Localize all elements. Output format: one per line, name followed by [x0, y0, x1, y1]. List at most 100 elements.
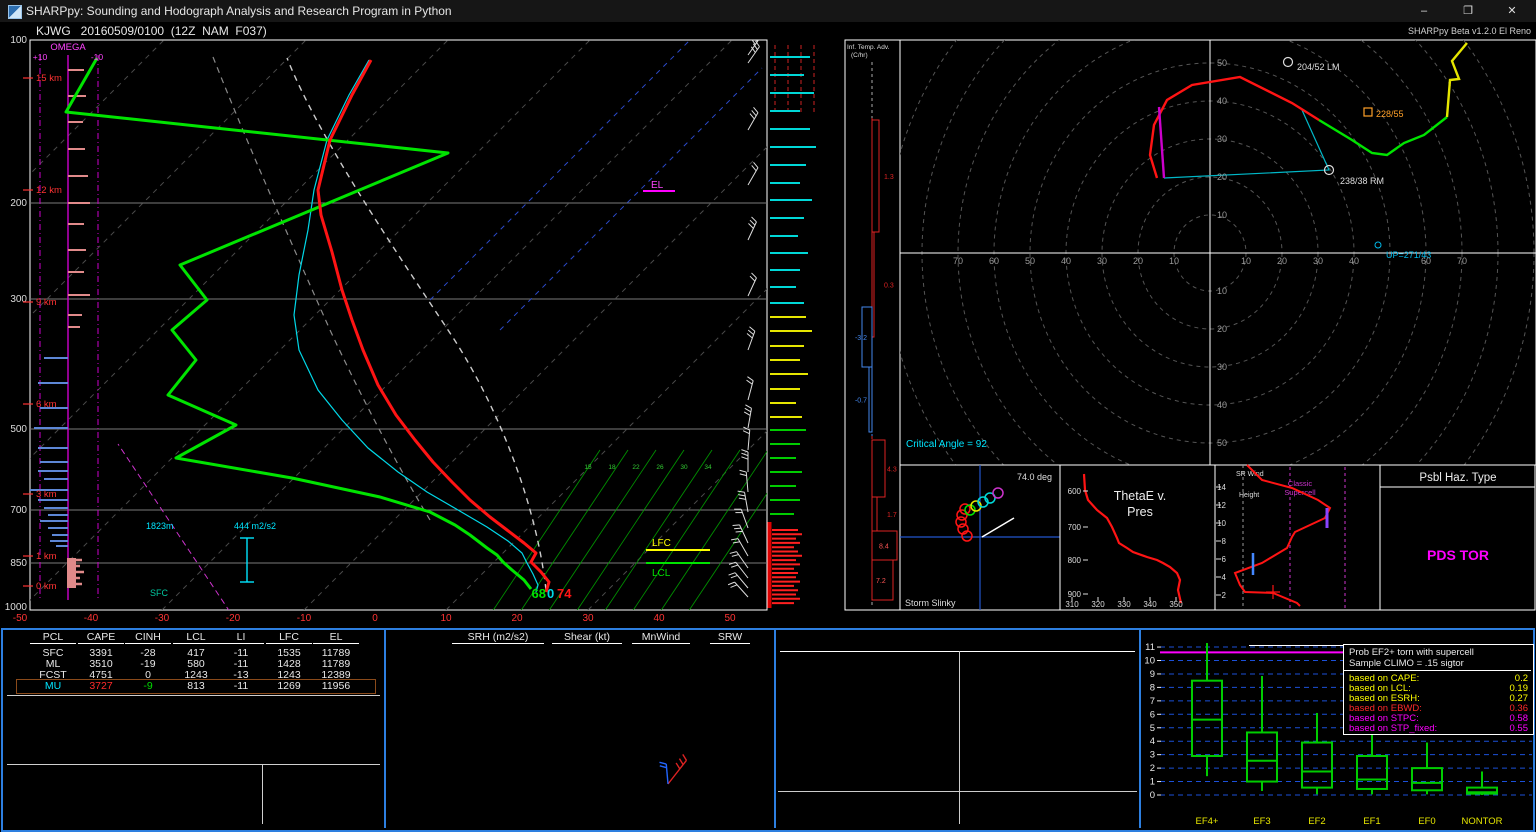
temp-axis-label: -20 — [226, 613, 241, 624]
hazard-title: Psbl Haz. Type — [1419, 472, 1496, 484]
pressure-label: 850 — [10, 558, 27, 569]
thetae-xtick: 330 — [1117, 600, 1131, 609]
ring-label: 30 — [1097, 256, 1107, 266]
thermo-header: LI — [218, 632, 264, 644]
thetae-xtick: 350 — [1169, 600, 1183, 609]
ring-label: 40 — [1349, 256, 1359, 266]
thermo-header: CINH — [125, 632, 171, 644]
thermo-header: LCL — [173, 632, 219, 644]
storm-slinky-panel[interactable]: 74.0 deg Storm Slinky — [900, 465, 1060, 610]
sars-panel[interactable] — [776, 630, 1139, 826]
temp-adv-units: (C/hr) — [851, 52, 868, 59]
temp-adv-value: 1.7 — [887, 512, 897, 519]
legend-item: based on STP_fixed: 0.55 — [1349, 723, 1528, 734]
srwind-ytick: 6 — [1222, 555, 1227, 564]
temp-adv-value: -0.7 — [855, 398, 867, 405]
divider — [7, 764, 380, 765]
thetae-title-1: ThetaE v. — [1114, 489, 1167, 503]
el-label: EL — [651, 180, 664, 191]
height-label: 15 km — [36, 73, 62, 84]
kine-header: Shear (kt) — [552, 632, 622, 644]
thermo-header: CAPE — [78, 632, 124, 644]
thetae-ytick: 700 — [1068, 523, 1082, 532]
kinematics-panel[interactable]: SRH (m2/s2)Shear (kt)MnWindSRW — [386, 630, 774, 826]
thermo-header: PCL — [30, 632, 76, 644]
wind-speed-strip — [768, 45, 817, 608]
legend-line-2: Sample CLIMO = .15 sigtor — [1349, 658, 1464, 669]
sfc-dewpoint-value: 68 — [532, 586, 546, 601]
kine-header: SRH (m2/s2) — [452, 632, 544, 644]
ring-label: 20 — [1133, 256, 1143, 266]
divider — [780, 651, 1135, 652]
ring-label: 30 — [1217, 362, 1227, 372]
ring-label: 10 — [1241, 256, 1251, 266]
temp-adv-value: -3.2 — [855, 335, 867, 342]
sfc-label: SFC — [150, 588, 169, 598]
barb-flag — [736, 531, 743, 532]
omega-plus-label: +10 — [33, 52, 48, 62]
hazard-panel[interactable]: Psbl Haz. Type PDS TOR — [1380, 465, 1535, 610]
kine-header: SRW — [710, 632, 750, 644]
height-label: 9 km — [36, 297, 57, 308]
pressure-label: 1000 — [5, 602, 28, 613]
lcl-height-label: 1823m — [146, 521, 174, 531]
legend-item-label: based on STP_fixed: — [1349, 723, 1437, 734]
barb-flag — [733, 525, 740, 526]
mixratio-label: 22 — [632, 464, 640, 471]
srwind-panel[interactable]: SR Wind Height Classic Supercell 1412108… — [1215, 465, 1380, 610]
ring-label: 60 — [989, 256, 999, 266]
temp-axis-label: 0 — [372, 613, 378, 624]
temp-adv-panel[interactable]: Inf. Temp. Adv. (C/hr) 1.30.3-3.2-0.74.3… — [845, 40, 900, 610]
thetae-xtick: 340 — [1143, 600, 1157, 609]
temp-adv-value: 4.3 — [887, 467, 897, 474]
thetae-panel[interactable]: ThetaE v. Pres 6007008009003103203303403… — [1060, 465, 1215, 610]
divider — [262, 764, 263, 824]
slinky-title: Storm Slinky — [905, 598, 956, 608]
lcl-label: LCL — [652, 568, 671, 579]
ring-label: 10 — [1217, 210, 1227, 220]
ring-label: 70 — [1457, 256, 1467, 266]
thermo-header: LFC — [266, 632, 312, 644]
temp-axis-label: 10 — [440, 613, 452, 624]
temp-axis-label: -40 — [84, 613, 99, 624]
barb-flag — [734, 528, 741, 529]
srwind-ytick: 8 — [1222, 537, 1227, 546]
ring-label: 10 — [1217, 286, 1227, 296]
omega-title: OMEGA — [50, 42, 86, 53]
pressure-label: 100 — [10, 35, 27, 46]
mixratio-label: 26 — [656, 464, 664, 471]
ring-label: 20 — [1217, 324, 1227, 334]
barb-flag — [755, 33, 759, 39]
ring-label: 20 — [1217, 172, 1227, 182]
lfc-label: LFC — [652, 538, 671, 549]
sfc-wetbulb-value: 0 — [547, 586, 554, 601]
ring-label: 50 — [1217, 58, 1227, 68]
temp-adv-value: 1.3 — [884, 174, 894, 181]
cloud-layer-label: 228/55 — [1376, 109, 1404, 119]
temp-axis-label: -50 — [13, 613, 28, 624]
ring-label: 10 — [1169, 256, 1179, 266]
height-label: 12 km — [36, 185, 62, 196]
hazard-value: PDS TOR — [1427, 547, 1489, 563]
right-mover-label: 238/38 RM — [1340, 176, 1384, 186]
srwind-label-2: Height — [1239, 492, 1259, 499]
thermo-header: EL — [313, 632, 359, 644]
sfc-temp-value: 74 — [557, 586, 572, 601]
divider — [959, 651, 960, 824]
temp-axis-label: 30 — [582, 613, 594, 624]
temp-axis-label: -30 — [155, 613, 170, 624]
legend-item-value: 0.55 — [1510, 723, 1529, 734]
thetae-ytick: 600 — [1068, 487, 1082, 496]
srwind-ytick: 4 — [1222, 573, 1227, 582]
legend-divider — [1344, 670, 1531, 671]
thermo-panel[interactable]: PCLCAPECINHLCLLILFCELSFC3391-28417-11153… — [3, 630, 384, 826]
thetae-xtick: 310 — [1065, 600, 1079, 609]
height-label: 3 km — [36, 489, 57, 500]
omega-sfc-block — [67, 558, 76, 588]
mu-row-highlight[interactable] — [16, 679, 376, 694]
mixratio-label: 18 — [608, 464, 616, 471]
temp-adv-value: 0.3 — [884, 283, 894, 290]
temp-adv-value: 7.2 — [876, 578, 886, 585]
divider — [7, 695, 380, 696]
thetae-ytick: 800 — [1068, 556, 1082, 565]
